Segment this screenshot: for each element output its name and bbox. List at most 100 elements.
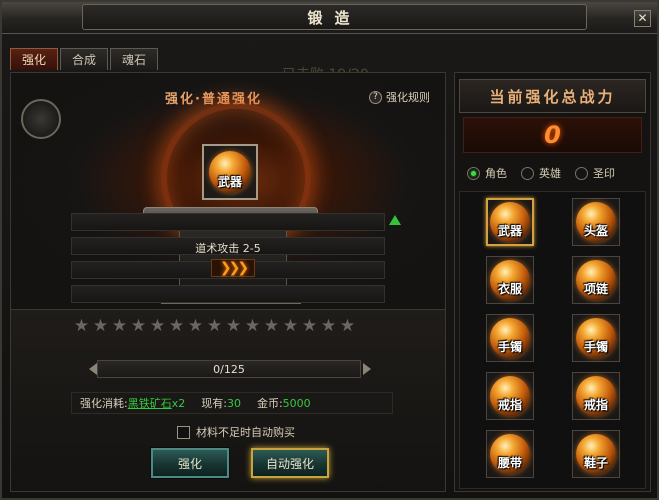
tab-synthesis[interactable]: 合成 bbox=[60, 48, 108, 70]
equipment-label: 武器 bbox=[497, 224, 522, 238]
equipment-grid: 武器 头盔衣服 项链手镯 手镯戒指 戒指腰带 鞋子 bbox=[459, 191, 646, 489]
help-icon: ? bbox=[369, 90, 382, 104]
radio-character[interactable]: 角色 bbox=[467, 165, 507, 181]
star-icon: ★ bbox=[339, 316, 356, 336]
equipment-slot[interactable]: 武器 bbox=[486, 198, 534, 246]
equipment-slot[interactable]: 腰带 bbox=[486, 430, 534, 478]
enhance-controls: ★ ★ ★ ★ ★ ★ ★ ★ ★ ★ ★ ★ ★ ★ ★ 0/125 强化消耗: 黑铁矿石 x2 现有: … bbox=[11, 309, 445, 491]
power-title: 当前强化总战力 bbox=[489, 87, 616, 106]
equipment-orb-icon: 手镯 bbox=[576, 318, 616, 358]
hammer-icon[interactable] bbox=[21, 99, 61, 139]
equipment-label: 头盔 bbox=[583, 224, 608, 238]
star-icon: ★ bbox=[149, 316, 166, 336]
equipment-slot[interactable]: 手镯 bbox=[486, 314, 534, 362]
auto-buy-label: 材料不足时自动购买 bbox=[196, 426, 295, 439]
ore-quantity: x2 bbox=[171, 396, 186, 410]
equipment-label: 鞋子 bbox=[583, 456, 608, 470]
power-value: 0 bbox=[544, 121, 561, 149]
star-icon: ★ bbox=[206, 316, 223, 336]
star-icon: ★ bbox=[168, 316, 185, 336]
target-item-slot[interactable]: 武器 bbox=[202, 144, 258, 200]
star-icon: ★ bbox=[92, 316, 109, 336]
attribute-row: 道术攻击 2-5 bbox=[71, 237, 385, 255]
equipment-orb-icon: 衣服 bbox=[490, 260, 530, 300]
target-selector: 角色 英雄 圣印 bbox=[467, 165, 615, 181]
forge-area: 强化·普通强化 ? 强化规则 武器 道术攻击 2-5 ❯❯❯ bbox=[11, 73, 445, 327]
progress-right-cap-icon bbox=[363, 363, 371, 375]
attribute-row bbox=[71, 285, 385, 303]
equipment-slot[interactable]: 衣服 bbox=[486, 256, 534, 304]
equipment-label: 戒指 bbox=[497, 398, 522, 412]
star-icon: ★ bbox=[111, 316, 128, 336]
forward-arrows-icon: ❯❯❯ bbox=[211, 259, 255, 277]
tab-soulstone[interactable]: 魂石 bbox=[110, 48, 158, 70]
checkbox-box[interactable] bbox=[177, 425, 190, 439]
rules-link[interactable]: ? 强化规则 bbox=[369, 89, 430, 105]
strengthen-panel: 强化·普通强化 ? 强化规则 武器 道术攻击 2-5 ❯❯❯ ★ ★ ★ ★ ★… bbox=[10, 72, 446, 492]
close-button[interactable]: ✕ bbox=[634, 10, 651, 27]
slot-item-label: 武器 bbox=[217, 175, 242, 189]
rules-label: 强化规则 bbox=[386, 91, 430, 104]
equipment-orb-icon: 头盔 bbox=[576, 202, 616, 242]
enhance-progress-bar: 0/125 bbox=[97, 360, 361, 378]
equipment-orb-icon: 手镯 bbox=[490, 318, 530, 358]
owned-label: 现有: bbox=[201, 397, 227, 410]
progress-left-cap-icon bbox=[89, 363, 97, 375]
power-panel: 当前强化总战力 0 角色 英雄 圣印 武器 头盔衣服 项链手镯 手镯戒指 戒指腰带 鞋子 bbox=[454, 72, 651, 492]
gold-label: 金币: bbox=[256, 397, 283, 410]
star-icon: ★ bbox=[187, 316, 204, 336]
stat-up-arrow-icon bbox=[389, 215, 401, 225]
equipment-slot[interactable]: 戒指 bbox=[572, 372, 620, 420]
ore-link[interactable]: 黑铁矿石 bbox=[128, 395, 172, 411]
weapon-orb-icon: 武器 bbox=[209, 151, 251, 193]
equipment-slot[interactable]: 鞋子 bbox=[572, 430, 620, 478]
radio-seal[interactable]: 圣印 bbox=[575, 165, 615, 181]
equipment-orb-icon: 戒指 bbox=[576, 376, 616, 416]
radio-hero[interactable]: 英雄 bbox=[521, 165, 561, 181]
equipment-label: 戒指 bbox=[583, 398, 608, 412]
star-icon: ★ bbox=[282, 316, 299, 336]
star-icon: ★ bbox=[225, 316, 242, 336]
equipment-label: 衣服 bbox=[497, 282, 522, 296]
equipment-slot[interactable]: 手镯 bbox=[572, 314, 620, 362]
power-value-box: 0 bbox=[463, 117, 642, 153]
title-plate: 锻造 bbox=[82, 4, 587, 30]
equipment-label: 手镯 bbox=[497, 340, 522, 354]
strengthen-button[interactable]: 强化 bbox=[151, 448, 229, 478]
auto-strengthen-button[interactable]: 自动强化 bbox=[251, 448, 329, 478]
window-title: 锻造 bbox=[307, 8, 362, 27]
star-icon: ★ bbox=[244, 316, 261, 336]
equipment-slot[interactable]: 项链 bbox=[572, 256, 620, 304]
cost-row: 强化消耗: 黑铁矿石 x2 现有: 30 金币: 5000 bbox=[71, 392, 393, 414]
title-bar[interactable]: 锻造 ✕ bbox=[2, 2, 657, 34]
tab-bar: 强化 合成 魂石 bbox=[10, 48, 158, 70]
star-rating: ★ ★ ★ ★ ★ ★ ★ ★ ★ ★ ★ ★ ★ ★ ★ bbox=[73, 318, 356, 335]
star-icon: ★ bbox=[130, 316, 147, 336]
cost-label: 强化消耗: bbox=[80, 397, 128, 410]
equipment-slot[interactable]: 戒指 bbox=[486, 372, 534, 420]
attribute-row bbox=[71, 213, 385, 231]
radio-dot-icon bbox=[575, 166, 588, 180]
power-title-plate: 当前强化总战力 bbox=[459, 79, 646, 113]
equipment-label: 腰带 bbox=[497, 456, 522, 470]
equipment-orb-icon: 腰带 bbox=[490, 434, 530, 474]
owned-value: 30 bbox=[226, 396, 241, 410]
equipment-orb-icon: 鞋子 bbox=[576, 434, 616, 474]
equipment-slot[interactable]: 头盔 bbox=[572, 198, 620, 246]
equipment-orb-icon: 武器 bbox=[490, 202, 530, 242]
gold-value: 5000 bbox=[282, 396, 311, 410]
equipment-label: 手镯 bbox=[583, 340, 608, 354]
star-icon: ★ bbox=[263, 316, 280, 336]
tab-strengthen[interactable]: 强化 bbox=[10, 48, 58, 70]
radio-dot-icon bbox=[521, 166, 534, 180]
star-icon: ★ bbox=[301, 316, 318, 336]
equipment-orb-icon: 项链 bbox=[576, 260, 616, 300]
equipment-label: 项链 bbox=[583, 282, 608, 296]
star-icon: ★ bbox=[73, 316, 90, 336]
forge-window: 锻造 ✕ 强化 合成 魂石 已击败 19/20 强化·普通强化 ? 强化规则 武… bbox=[0, 0, 659, 500]
star-icon: ★ bbox=[320, 316, 337, 336]
progress-text: 0/125 bbox=[213, 363, 245, 376]
equipment-orb-icon: 戒指 bbox=[490, 376, 530, 416]
radio-dot-icon bbox=[467, 166, 480, 180]
auto-buy-checkbox[interactable]: 材料不足时自动购买 bbox=[177, 424, 295, 440]
